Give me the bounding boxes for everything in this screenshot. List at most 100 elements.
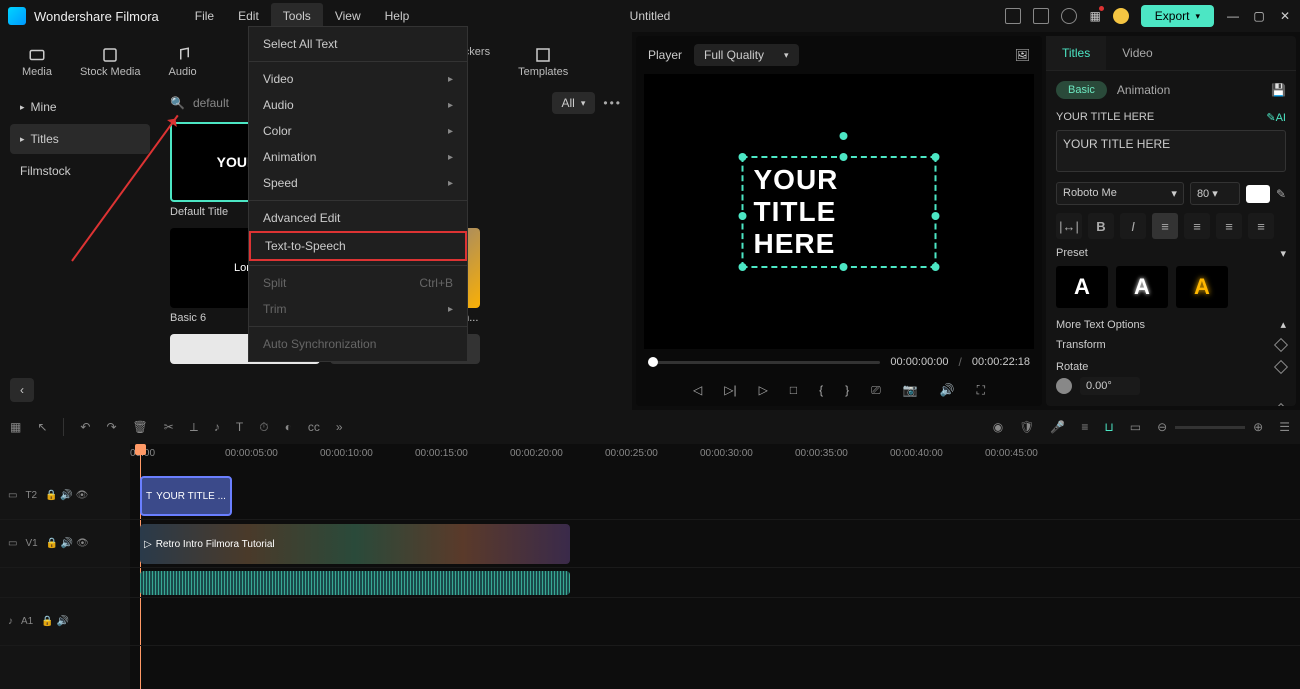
title-textarea[interactable]: YOUR TITLE HERE [1056, 130, 1286, 172]
tl-mic-icon[interactable]: 🎤 [1050, 420, 1065, 434]
volume-icon[interactable]: 🔊 [940, 383, 955, 398]
props-tab-titles[interactable]: Titles [1046, 36, 1106, 70]
clip-video[interactable]: ▷ Retro Intro Filmora Tutorial [140, 524, 570, 564]
stop-button[interactable]: □ [790, 383, 797, 398]
tl-music-button[interactable]: ♪ [214, 420, 220, 434]
close-button[interactable]: ✕ [1278, 9, 1292, 23]
rotate-keyframe[interactable] [1274, 360, 1288, 374]
more-text-options[interactable]: More Text Options▴ [1056, 318, 1286, 331]
camera-icon[interactable]: 📷 [903, 383, 918, 398]
minimize-button[interactable]: — [1226, 9, 1240, 23]
tl-cut-button[interactable]: ✂ [164, 420, 174, 434]
sidenav-mine[interactable]: ▸Mine [10, 92, 150, 122]
rotate-value[interactable]: 0.00° [1080, 377, 1140, 395]
tl-marker-button[interactable]: ◉ [993, 420, 1003, 434]
keyframe-icon[interactable] [1274, 338, 1288, 352]
track-v1[interactable]: ▷ Retro Intro Filmora Tutorial [130, 520, 1300, 568]
tl-redo-button[interactable]: ↷ [106, 420, 116, 434]
menu-file[interactable]: File [183, 3, 226, 29]
dd-color[interactable]: Color▸ [249, 118, 467, 144]
export-button[interactable]: Export▾ [1141, 5, 1214, 27]
font-size-input[interactable]: 80 ▾ [1190, 182, 1240, 205]
tab-templates[interactable]: Templates [504, 40, 582, 84]
track-head-a1[interactable]: ♪ A1 🔒 🔊 [0, 598, 130, 646]
dd-text-to-speech[interactable]: Text-to-Speech [249, 231, 467, 261]
device-icon[interactable] [1005, 8, 1021, 24]
play-start-button[interactable]: ▷| [724, 383, 736, 398]
tab-media[interactable]: Media [8, 40, 66, 84]
save-preset-icon[interactable]: 💾 [1271, 83, 1286, 97]
track-t2[interactable]: T YOUR TITLE ... [130, 472, 1300, 520]
dd-speed[interactable]: Speed▸ [249, 170, 467, 196]
mark-out-button[interactable]: } [845, 383, 849, 398]
tl-speed-button[interactable]: ⏱ [259, 420, 268, 435]
sidenav-titles[interactable]: ▸Titles [10, 124, 150, 154]
subtab-animation[interactable]: Animation [1117, 83, 1170, 97]
rotate-knob[interactable] [1056, 378, 1072, 394]
tl-mixer-icon[interactable]: ≡ [1081, 420, 1088, 434]
font-dropdown[interactable]: Roboto Me▾ [1056, 182, 1184, 205]
color-swatch[interactable] [1246, 185, 1270, 203]
snapshot-icon[interactable]: 🖼 [1015, 48, 1030, 62]
zoom-slider[interactable] [1175, 426, 1245, 429]
track-a1[interactable] [130, 598, 1300, 646]
ai-icon[interactable]: ✎AI [1266, 111, 1286, 124]
tl-list-icon[interactable]: ☰ [1279, 420, 1290, 434]
tl-more-button[interactable]: » [336, 420, 343, 434]
more-options-button[interactable]: ••• [603, 96, 622, 110]
reset-scale-icon[interactable]: ↻ [1261, 405, 1270, 406]
dd-audio[interactable]: Audio▸ [249, 92, 467, 118]
scale-keyframe[interactable] [1274, 403, 1288, 406]
cloud-icon[interactable] [1061, 8, 1077, 24]
dd-select-all-text[interactable]: Select All Text [249, 31, 467, 57]
tl-undo-button[interactable]: ↶ [80, 420, 90, 434]
eyedropper-icon[interactable]: ✎ [1276, 187, 1286, 201]
mark-in-button[interactable]: { [819, 383, 823, 398]
align-left-button[interactable]: ≡ [1152, 213, 1178, 239]
subtab-basic[interactable]: Basic [1056, 81, 1107, 99]
tl-magnet-icon[interactable]: ⊔ [1104, 420, 1113, 434]
pager-prev-button[interactable]: ‹ [10, 378, 34, 402]
prev-frame-button[interactable]: ◁ [693, 383, 702, 398]
dd-video[interactable]: Video▸ [249, 66, 467, 92]
preset-2[interactable]: A [1116, 266, 1168, 308]
tl-cursor-icon[interactable]: ↖ [37, 420, 47, 434]
play-button[interactable]: ▷ [759, 383, 768, 398]
bold-button[interactable]: B [1088, 213, 1114, 239]
tl-color-button[interactable]: ◐ [285, 420, 292, 434]
italic-button[interactable]: I [1120, 213, 1146, 239]
maximize-button[interactable]: ▢ [1252, 9, 1266, 23]
zoom-out-button[interactable]: ⊖ [1157, 420, 1167, 434]
tab-audio[interactable]: Audio [155, 40, 211, 84]
track-v1-audio[interactable] [130, 568, 1300, 598]
transform-label[interactable]: Transform [1056, 339, 1106, 351]
track-head-v1[interactable]: ▭ V1 🔒 🔊 👁 [0, 520, 130, 568]
clip-audio-inline[interactable] [140, 571, 570, 595]
props-tab-video[interactable]: Video [1106, 36, 1168, 70]
apps-icon[interactable]: ▦ [1089, 9, 1100, 23]
clip-title[interactable]: T YOUR TITLE ... [140, 476, 232, 516]
title-selection-box[interactable]: YOUR TITLE HERE [742, 156, 937, 268]
filter-all-button[interactable]: All▾ [552, 92, 596, 114]
quality-dropdown[interactable]: Full Quality▾ [694, 44, 799, 66]
tl-shield-icon[interactable]: 🛡 [1019, 420, 1034, 434]
preset-1[interactable]: A [1056, 266, 1108, 308]
align-justify-button[interactable]: ≡ [1248, 213, 1274, 239]
tl-cc-button[interactable]: cc [308, 420, 320, 434]
dd-animation[interactable]: Animation▸ [249, 144, 467, 170]
tl-render-icon[interactable]: ▭ [1130, 420, 1141, 434]
fullscreen-button[interactable]: ⛶ [977, 383, 985, 398]
tl-text-button[interactable]: T [236, 420, 243, 434]
preview-canvas[interactable]: YOUR TITLE HERE [644, 74, 1034, 349]
spacing-icon[interactable]: |↔| [1056, 213, 1082, 239]
zoom-in-button[interactable]: ⊕ [1253, 420, 1263, 434]
align-center-button[interactable]: ≡ [1184, 213, 1210, 239]
align-right-button[interactable]: ≡ [1216, 213, 1242, 239]
scrub-bar[interactable] [648, 361, 880, 364]
dd-advanced-edit[interactable]: Advanced Edit [249, 205, 467, 231]
track-head-t2[interactable]: ▭ T2 🔒 🔊 👁 [0, 472, 130, 520]
tab-stock-media[interactable]: Stock Media [66, 40, 155, 84]
tl-delete-button[interactable]: 🗑 [133, 420, 148, 434]
tl-layout-icon[interactable]: ▦ [10, 420, 21, 434]
timeline-ruler[interactable]: 00:0000:00:05:00 00:00:10:0000:00:15:00 … [130, 444, 1300, 472]
